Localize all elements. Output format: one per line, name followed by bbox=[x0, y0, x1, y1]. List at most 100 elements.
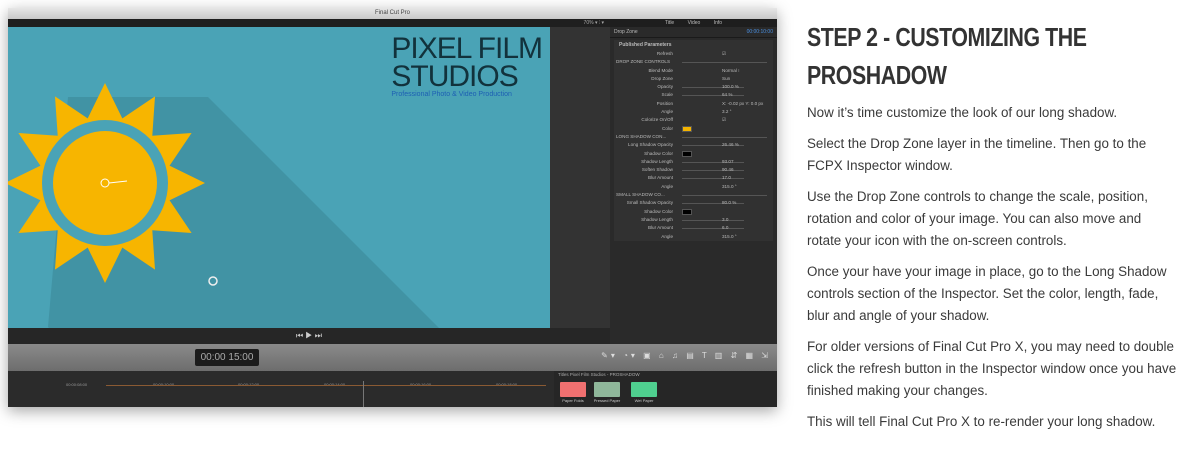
inspector-panel: Title Video Info Drop Zone 00:00:10:00 P… bbox=[610, 19, 777, 344]
color-swatch[interactable] bbox=[682, 125, 692, 132]
param-label: Shadow Length bbox=[641, 216, 673, 222]
param-label: Color bbox=[662, 125, 673, 131]
inspector-row: Blend Mode Normal ⁝ bbox=[614, 67, 773, 75]
tab-title[interactable]: Title bbox=[665, 20, 674, 26]
param-value[interactable]: 80.0 % bbox=[722, 199, 736, 207]
window-title: Final Cut Pro bbox=[8, 8, 777, 19]
viewer-zoom-menu[interactable]: 70% ▾ ⫶ ▾ bbox=[8, 19, 610, 27]
param-value[interactable]: 6.0 bbox=[722, 224, 728, 232]
inspector-row: SMALL SHADOW CO... bbox=[614, 191, 773, 199]
clip-timecode: 00:00:10:00 bbox=[746, 29, 773, 35]
paragraph: Now it’s time customize the look of our … bbox=[807, 105, 1118, 120]
inspector-row: Small Shadow Opacity 80.0 % bbox=[614, 199, 773, 207]
title-label: Wet Paper bbox=[634, 398, 654, 403]
playhead[interactable] bbox=[363, 381, 364, 407]
param-label: Blend Mode bbox=[648, 67, 673, 73]
param-value[interactable]: 3.2 ° bbox=[722, 108, 732, 116]
param-value[interactable]: 315.0 ° bbox=[722, 183, 737, 191]
paragraph: Select the Drop Zone layer in the timeli… bbox=[807, 136, 1147, 173]
param-slider[interactable] bbox=[682, 228, 744, 230]
title-label: Paper Folds bbox=[562, 398, 584, 403]
param-slider[interactable] bbox=[682, 136, 767, 138]
param-label: Blur Amount bbox=[647, 175, 673, 181]
param-label: Scale bbox=[661, 92, 674, 98]
tab-info[interactable]: Info bbox=[714, 20, 722, 26]
titles-browser: Titles Pixel Film Studios - PROSHADOW Pa… bbox=[554, 371, 777, 407]
tool-buttons[interactable]: ✎▾ ◔▾ ▣ ⌂ ♫ ▤ T ▥ ⇵ ▦ ⇲ bbox=[601, 351, 771, 360]
paragraph: Once your have your image in place, go t… bbox=[807, 264, 1167, 323]
param-value[interactable]: 100.0 % bbox=[722, 83, 739, 91]
paragraph: Use the Drop Zone controls to change the… bbox=[807, 189, 1148, 248]
title-thumb-wet-paper[interactable] bbox=[631, 382, 657, 397]
inspector-row: DROP ZONE CONTROLS bbox=[614, 58, 773, 66]
inspector-row: Shadow Color bbox=[614, 150, 773, 158]
clip-name: Drop Zone bbox=[614, 29, 638, 35]
param-label: Shadow Color bbox=[644, 150, 673, 156]
param-value[interactable]: X: -0.02 px Y: 0.0 px bbox=[722, 100, 763, 108]
param-label: Angle bbox=[661, 233, 673, 239]
param-slider[interactable] bbox=[682, 170, 744, 172]
title-thumb-paper-folds[interactable] bbox=[560, 382, 586, 397]
inspector-row: Blur Amount 6.0 bbox=[614, 224, 773, 232]
param-slider[interactable] bbox=[682, 178, 744, 180]
param-value[interactable]: 64 % bbox=[722, 91, 732, 99]
param-label: SMALL SHADOW CO... bbox=[616, 192, 665, 198]
timeline[interactable]: 00:00:08:00 00:00:10:00 00:00:12:00 00:0… bbox=[8, 371, 554, 407]
param-value[interactable]: 17.0 bbox=[722, 174, 731, 182]
inspector-tabs: Title Video Info bbox=[610, 19, 777, 27]
param-label: Long Shadow Opacity bbox=[628, 142, 673, 148]
param-value[interactable]: 26.46 % bbox=[722, 141, 739, 149]
viewer-margin bbox=[550, 27, 610, 328]
inspector-row: Angle 315.0 ° bbox=[614, 233, 773, 241]
param-slider[interactable] bbox=[682, 62, 767, 64]
ruler-tick: 00:00:08:00 bbox=[66, 382, 88, 387]
param-value[interactable]: Sun bbox=[722, 75, 730, 83]
step-heading: STEP 2 - CUSTOMIZING THE PROSHADOW bbox=[807, 22, 1087, 90]
tab-video[interactable]: Video bbox=[688, 20, 701, 26]
inspector-clip-header: Drop Zone 00:00:10:00 bbox=[610, 27, 777, 38]
param-label: Colorize On/Off bbox=[641, 117, 673, 123]
param-slider[interactable] bbox=[682, 195, 767, 197]
param-value[interactable]: 90.46 bbox=[722, 166, 734, 174]
published-parameters: Published Parameters Refresh ☑ DROP ZONE C… bbox=[614, 40, 773, 241]
param-slider[interactable] bbox=[682, 219, 744, 221]
param-label: Shadow Color bbox=[644, 208, 673, 214]
browser-header: Titles Pixel Film Studios - PROSHADOW bbox=[558, 372, 640, 377]
timeline-ruler: 00:00:08:00 00:00:10:00 00:00:12:00 00:0… bbox=[8, 382, 554, 390]
param-label: Shadow Length bbox=[641, 158, 673, 164]
inspector-row: Refresh ☑ bbox=[614, 50, 773, 58]
inspector-row: Shadow Length 93.07 bbox=[614, 158, 773, 166]
fcpx-screenshot: Final Cut Pro 70% ▾ ⫶ ▾ PIXEL FILM STUDI… bbox=[8, 8, 777, 407]
toolbar: 00:00 15:00 ✎▾ ◔▾ ▣ ⌂ ♫ ▤ T ▥ ⇵ ▦ ⇲ bbox=[8, 344, 777, 371]
inspector-row: Colorize On/Off ☑ bbox=[614, 116, 773, 124]
inspector-row: Color bbox=[614, 125, 773, 133]
param-value[interactable]: 93.07 bbox=[722, 158, 734, 166]
inspector-row: Soften Shadow 90.46 bbox=[614, 166, 773, 174]
param-value[interactable]: ☑ bbox=[722, 50, 726, 58]
viewer-canvas[interactable]: PIXEL FILM STUDIOS Professional Photo & … bbox=[8, 27, 550, 328]
inspector-row: Drop Zone Sun bbox=[614, 75, 773, 83]
param-label: Small Shadow Opacity bbox=[626, 200, 673, 206]
param-label: Blur Amount bbox=[647, 225, 673, 231]
inspector-row: Shadow Color bbox=[614, 208, 773, 216]
dashboard-timecode[interactable]: 00:00 15:00 bbox=[195, 349, 259, 366]
param-value[interactable]: 315.0 ° bbox=[722, 233, 737, 241]
section-title: Published Parameters bbox=[619, 42, 672, 48]
param-value[interactable]: Normal ⁝ bbox=[722, 67, 740, 75]
param-value[interactable]: ☑ bbox=[722, 116, 726, 124]
title-label: Pressed Paper bbox=[593, 398, 621, 403]
playback-controls[interactable]: ⏮ ▶ ⏭ bbox=[8, 328, 610, 344]
param-label: LONG SHADOW CON... bbox=[616, 133, 667, 139]
param-slider[interactable] bbox=[682, 95, 744, 97]
param-label: Position bbox=[656, 100, 673, 106]
color-swatch[interactable] bbox=[682, 208, 692, 215]
param-slider[interactable] bbox=[682, 161, 744, 163]
param-value[interactable]: 3.0 bbox=[722, 216, 728, 224]
color-swatch[interactable] bbox=[682, 150, 692, 157]
param-label: Opacity bbox=[657, 84, 673, 90]
inspector-row: Angle 315.0 ° bbox=[614, 183, 773, 191]
title-thumb-pressed-paper[interactable] bbox=[594, 382, 620, 397]
timeline-clip[interactable] bbox=[106, 385, 546, 386]
article: STEP 2 - CUSTOMIZING THE PROSHADOW Now i… bbox=[807, 18, 1177, 442]
param-label: Soften Shadow bbox=[641, 167, 673, 173]
